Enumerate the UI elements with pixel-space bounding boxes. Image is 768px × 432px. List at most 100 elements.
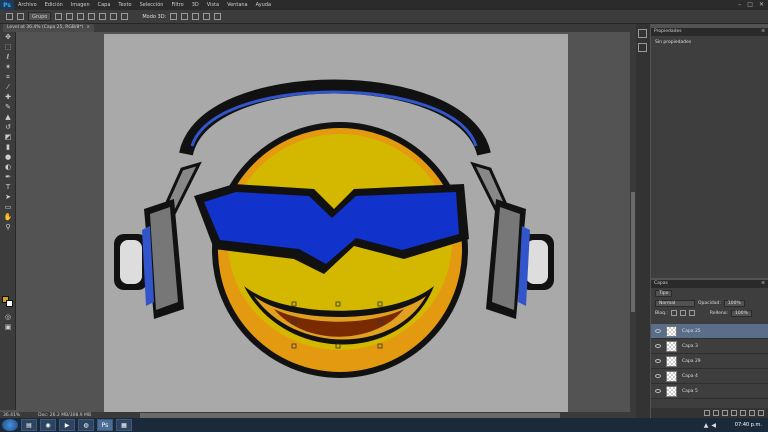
align-top-icon[interactable] xyxy=(66,13,74,20)
align-center-icon[interactable] xyxy=(121,13,129,20)
stamp-tool-icon[interactable]: ▲ xyxy=(2,113,14,122)
properties-title[interactable]: Propiedades xyxy=(654,29,682,35)
layer-filter-select[interactable]: Tipo xyxy=(655,289,673,297)
minimize-button[interactable]: – xyxy=(738,1,741,8)
move-tool-icon[interactable]: ✥ xyxy=(2,33,14,42)
taskbar-clock[interactable]: 07:40 p.m. xyxy=(735,418,762,432)
menu-edicion[interactable]: Edición xyxy=(41,2,67,8)
network-icon[interactable]: ▲ xyxy=(704,422,709,429)
document-tab[interactable]: Level at 36.4% (Capa 25, RGB/8*) × xyxy=(3,24,95,32)
type-tool-icon[interactable]: T xyxy=(2,183,14,192)
browser-taskbar-icon[interactable]: ◉ xyxy=(40,419,56,431)
brush-tool-icon[interactable]: ✎ xyxy=(2,103,14,112)
history-panel-icon[interactable] xyxy=(638,29,647,38)
link-layers-icon[interactable] xyxy=(704,410,710,416)
layer-row[interactable]: Capa 25 xyxy=(651,324,768,339)
panel-menu-icon[interactable]: ≡ xyxy=(761,281,765,287)
auto-select-checkbox[interactable] xyxy=(17,13,24,20)
visibility-eye-icon[interactable] xyxy=(655,374,661,378)
eyedropper-icon[interactable]: ⁄ xyxy=(2,83,14,92)
new-layer-icon[interactable] xyxy=(749,410,755,416)
transform-controls-checkbox[interactable] xyxy=(55,13,63,20)
layer-row[interactable]: Capa 3 xyxy=(651,339,768,354)
crop-tool-icon[interactable]: ⌗ xyxy=(2,73,14,82)
explorer-taskbar-icon[interactable]: ▤ xyxy=(21,419,37,431)
menu-imagen[interactable]: Imagen xyxy=(67,2,94,8)
lasso-tool-icon[interactable]: ℓ xyxy=(2,53,14,62)
screen-mode-icon[interactable]: ▣ xyxy=(2,323,14,332)
menu-texto[interactable]: Texto xyxy=(114,2,135,8)
align-left-icon[interactable] xyxy=(110,13,118,20)
maximize-button[interactable]: □ xyxy=(747,1,753,8)
delete-layer-icon[interactable] xyxy=(758,410,764,416)
vertical-scroll-thumb[interactable] xyxy=(631,192,635,312)
visibility-eye-icon[interactable] xyxy=(655,329,661,333)
mode-3d-label: Modo 3D: xyxy=(142,13,167,20)
orbit-3d-icon[interactable] xyxy=(170,13,178,20)
visibility-eye-icon[interactable] xyxy=(655,344,661,348)
layer-style-icon[interactable] xyxy=(713,410,719,416)
scale-3d-icon[interactable] xyxy=(214,13,222,20)
menu-archivo[interactable]: Archivo xyxy=(14,2,41,8)
path-select-icon[interactable]: ➤ xyxy=(2,193,14,202)
adjustment-layer-icon[interactable] xyxy=(731,410,737,416)
history-brush-icon[interactable]: ↺ xyxy=(2,123,14,132)
close-button[interactable]: ✕ xyxy=(759,1,764,8)
volume-icon[interactable]: ◀ xyxy=(711,422,716,429)
pan-3d-icon[interactable] xyxy=(192,13,200,20)
hand-tool-icon[interactable]: ✋ xyxy=(2,213,14,222)
lock-all-icon[interactable] xyxy=(688,310,695,316)
menu-filtro[interactable]: Filtro xyxy=(167,2,187,8)
menu-3d[interactable]: 3D xyxy=(188,2,203,8)
lock-pixels-icon[interactable] xyxy=(670,310,677,316)
eraser-tool-icon[interactable]: ◩ xyxy=(2,133,14,142)
lock-position-icon[interactable] xyxy=(679,310,686,316)
photoshop-taskbar-icon[interactable]: Ps xyxy=(97,419,113,431)
marquee-tool-icon[interactable]: ⬚ xyxy=(2,43,14,52)
visibility-eye-icon[interactable] xyxy=(655,359,661,363)
slide-3d-icon[interactable] xyxy=(203,13,211,20)
move-tool-icon[interactable] xyxy=(6,13,13,20)
menu-ayuda[interactable]: Ayuda xyxy=(252,2,275,8)
tab-close-icon[interactable]: × xyxy=(86,25,90,31)
menu-vista[interactable]: Vista xyxy=(203,2,223,8)
opacity-input[interactable]: 100% xyxy=(723,299,745,307)
dodge-tool-icon[interactable]: ◐ xyxy=(2,163,14,172)
blend-mode-select[interactable]: Normal xyxy=(655,299,695,307)
menu-bar: Ps Archivo Edición Imagen Capa Texto Sel… xyxy=(0,0,768,10)
quick-mask-icon[interactable]: ◎ xyxy=(2,313,14,322)
media-taskbar-icon[interactable]: ▶ xyxy=(59,419,75,431)
group-select[interactable]: Grupo xyxy=(28,12,52,21)
layer-row[interactable]: Capa 5 xyxy=(651,384,768,399)
shape-tool-icon[interactable]: ▭ xyxy=(2,203,14,212)
magic-wand-icon[interactable]: ✶ xyxy=(2,63,14,72)
actions-panel-icon[interactable] xyxy=(638,43,647,52)
layer-row[interactable]: Capa 29 xyxy=(651,354,768,369)
distribute-icon[interactable] xyxy=(99,13,107,20)
start-button[interactable] xyxy=(2,419,18,431)
layer-row[interactable]: Capa 4 xyxy=(651,369,768,384)
pen-tool-icon[interactable]: ✒ xyxy=(2,173,14,182)
blur-tool-icon[interactable]: ● xyxy=(2,153,14,162)
menu-seleccion[interactable]: Selección xyxy=(136,2,168,8)
background-color-swatch[interactable] xyxy=(6,300,13,307)
menu-capa[interactable]: Capa xyxy=(94,2,115,8)
windows-taskbar: ▤ ◉ ▶ ◍ Ps ▦ ▲ ◀ 07:40 p.m. xyxy=(0,418,768,432)
zoom-level[interactable]: 36.41% xyxy=(3,413,20,418)
align-middle-icon[interactable] xyxy=(77,13,85,20)
layers-title[interactable]: Capas xyxy=(654,281,668,287)
fill-input[interactable]: 100% xyxy=(731,309,752,317)
new-group-icon[interactable] xyxy=(740,410,746,416)
roll-3d-icon[interactable] xyxy=(181,13,189,20)
gradient-tool-icon[interactable]: ▮ xyxy=(2,143,14,152)
panel-menu-icon[interactable]: ≡ xyxy=(761,29,765,35)
align-bottom-icon[interactable] xyxy=(88,13,96,20)
healing-brush-icon[interactable]: ✚ xyxy=(2,93,14,102)
add-mask-icon[interactable] xyxy=(722,410,728,416)
document-canvas[interactable] xyxy=(104,34,568,412)
visibility-eye-icon[interactable] xyxy=(655,389,661,393)
chrome-taskbar-icon[interactable]: ◍ xyxy=(78,419,94,431)
menu-ventana[interactable]: Ventana xyxy=(223,2,252,8)
window-taskbar-icon[interactable]: ▦ xyxy=(116,419,132,431)
zoom-tool-icon[interactable]: ⚲ xyxy=(2,223,14,232)
